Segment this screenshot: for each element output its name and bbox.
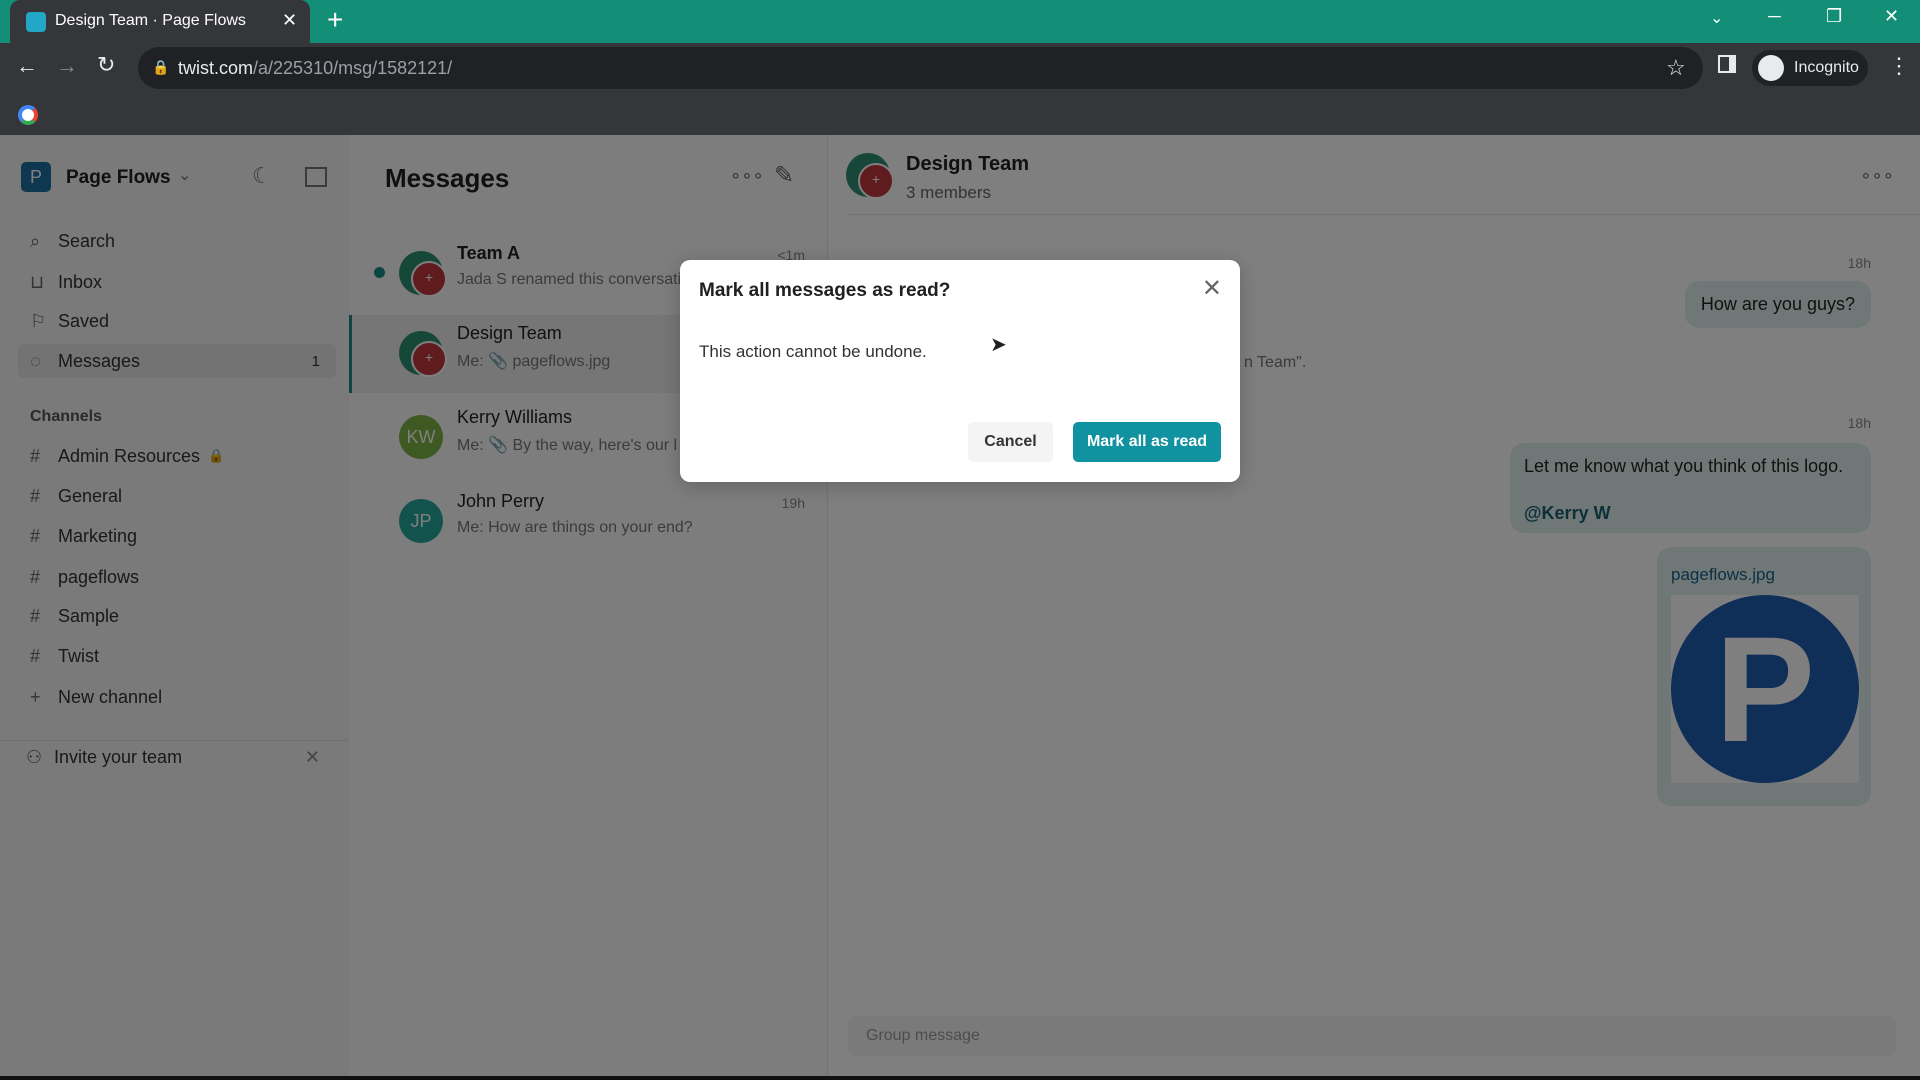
- incognito-badge[interactable]: Incognito: [1752, 50, 1868, 86]
- dialog-title: Mark all messages as read?: [699, 280, 951, 301]
- tab-search-icon[interactable]: ⌄: [1710, 8, 1723, 28]
- tab-title: Design Team · Page Flows: [55, 12, 246, 29]
- new-tab-icon[interactable]: +: [327, 4, 343, 36]
- side-panel-icon[interactable]: [1718, 55, 1736, 73]
- back-icon[interactable]: ←: [16, 53, 38, 79]
- menu-kebab-icon[interactable]: ⋮: [1888, 53, 1910, 79]
- dialog-body: This action cannot be undone.: [699, 342, 927, 361]
- close-window-icon[interactable]: ✕: [1884, 6, 1899, 27]
- profile-label: Incognito: [1794, 59, 1859, 76]
- minimize-icon[interactable]: ─: [1768, 6, 1781, 27]
- browser-tab-bar: Design Team · Page Flows ✕ + ⌄ ─ ❐ ✕: [0, 0, 1920, 43]
- url-text: twist.com/a/225310/msg/1582121/: [178, 58, 452, 79]
- bookmark-star-icon[interactable]: ☆: [1666, 55, 1686, 81]
- reload-icon[interactable]: ↻: [97, 52, 115, 78]
- mark-all-read-button[interactable]: Mark all as read: [1073, 422, 1221, 462]
- mouse-cursor: ➤: [990, 334, 1007, 356]
- mark-read-dialog: Mark all messages as read? ✕ This action…: [680, 260, 1240, 482]
- twist-favicon-icon: [26, 12, 46, 32]
- screen-edge: [0, 1076, 1920, 1080]
- cancel-button[interactable]: Cancel: [968, 422, 1053, 462]
- url-path: /a/225310/msg/1582121/: [253, 58, 453, 78]
- lock-icon: 🔒: [152, 59, 170, 75]
- forward-icon[interactable]: →: [56, 53, 78, 79]
- close-tab-icon[interactable]: ✕: [282, 10, 297, 31]
- url-bar[interactable]: 🔒 twist.com/a/225310/msg/1582121/ ☆: [138, 47, 1703, 89]
- url-domain: twist.com: [178, 58, 254, 78]
- bookmarks-bar: [0, 95, 1920, 135]
- close-icon[interactable]: ✕: [1202, 274, 1222, 303]
- browser-tab[interactable]: Design Team · Page Flows ✕: [10, 0, 310, 43]
- incognito-icon: [1758, 55, 1784, 81]
- google-bookmark-icon[interactable]: [18, 105, 38, 125]
- address-toolbar: ← → ↻ 🔒 twist.com/a/225310/msg/1582121/ …: [0, 43, 1920, 95]
- maximize-icon[interactable]: ❐: [1826, 6, 1842, 27]
